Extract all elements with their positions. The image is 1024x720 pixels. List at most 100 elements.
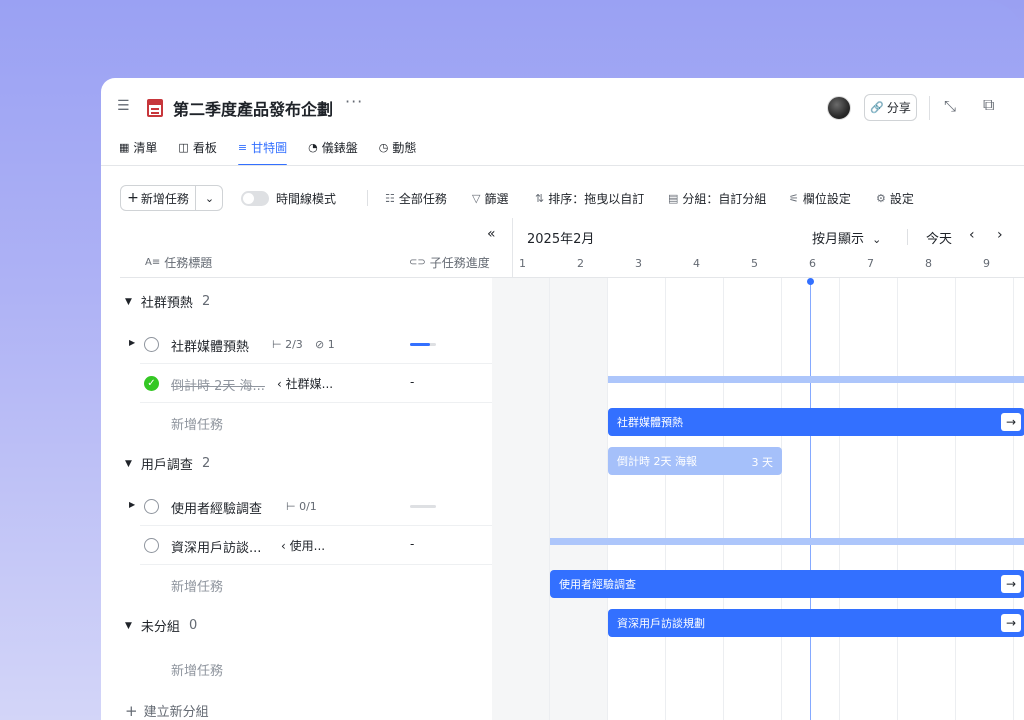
header-divider: [120, 277, 512, 278]
chevron-left-icon: ‹: [281, 539, 286, 553]
group-count: 0: [188, 618, 198, 633]
task-name: 社群媒體預熱: [171, 340, 250, 355]
task-checkbox[interactable]: [144, 499, 159, 514]
group-button[interactable]: ▤ 分組：自訂分組: [668, 190, 766, 207]
chevron-down-icon: ⌄: [872, 233, 882, 246]
view-scale-dropdown[interactable]: 按月顯示 ⌄: [812, 228, 881, 247]
sidebar-toggle-icon[interactable]: ☰: [117, 98, 130, 114]
table-row[interactable]: ▶ 社群媒體預熱 ⊢ 2/3 ⊘ 1: [101, 325, 512, 363]
gantt-bar-duration: 3 天: [751, 456, 774, 469]
gantt-day-label: 8: [925, 257, 932, 270]
task-checkbox[interactable]: [144, 538, 159, 553]
caret-right-icon[interactable]: ▶: [129, 500, 135, 509]
new-task-button[interactable]: + 新增任務: [121, 186, 195, 210]
gear-icon: ⚙: [876, 192, 886, 205]
more-menu-icon[interactable]: ···: [345, 92, 363, 111]
gantt-bar-label: 社群媒體預熱: [617, 416, 683, 429]
gantt-day-label: 4: [693, 257, 700, 270]
subtask-progress-bar: [410, 505, 436, 508]
today-button[interactable]: 今天: [926, 228, 952, 247]
filter-button[interactable]: ▽ 篩選: [472, 190, 508, 207]
tab-dashboard[interactable]: ◔ 儀錶盤: [308, 136, 358, 158]
gantt-bar-label: 資深用戶訪談規劃: [617, 617, 705, 630]
caret-down-icon[interactable]: ▼: [125, 297, 132, 307]
parent-task-link[interactable]: ‹ 社群媒...: [277, 375, 333, 392]
group-label: 分組：自訂分組: [682, 192, 767, 206]
all-tasks-button[interactable]: ☷ 全部任務: [385, 190, 447, 207]
timeline-mode-toggle[interactable]: [241, 191, 269, 206]
share-button[interactable]: 🔗 分享: [864, 94, 917, 121]
new-group-button[interactable]: + 建立新分組: [125, 701, 209, 720]
gantt-day-label: 5: [751, 257, 758, 270]
sort-button[interactable]: ⇅ 排序：拖曳以自訂: [535, 190, 644, 207]
arrow-right-icon[interactable]: →: [1001, 575, 1021, 593]
task-list-pane: « A≡ 任務標題 ⊂⊃ 子任務進度 ▼ 社群預熱 2 ▶ 社群媒體預熱 ⊢ 2…: [101, 218, 512, 720]
next-arrow-icon[interactable]: ›: [997, 227, 1003, 243]
group-header[interactable]: ▼ 社群預熱 2: [125, 292, 210, 311]
open-new-window-icon[interactable]: ⧉: [983, 95, 994, 115]
arrow-right-icon[interactable]: →: [1001, 413, 1021, 431]
tab-label: 儀錶盤: [321, 140, 358, 155]
caret-down-icon[interactable]: ▼: [125, 459, 132, 469]
subtask-progress-empty: -: [410, 375, 415, 389]
group-header[interactable]: ▼ 用戶調查 2: [125, 454, 210, 473]
subtask-count-value: 2/3: [285, 338, 303, 351]
completed-check-icon[interactable]: ✓: [144, 376, 159, 391]
sort-label: 排序：拖曳以自訂: [548, 192, 645, 206]
settings-button[interactable]: ⚙ 設定: [876, 190, 914, 207]
field-settings-label: 欄位設定: [802, 192, 851, 206]
group-name: 社群預熱: [140, 296, 193, 311]
column-progress-label: 子任務進度: [429, 256, 490, 270]
today-marker-line: [810, 282, 811, 720]
gantt-day-column: [724, 278, 782, 720]
gantt-bar[interactable]: 社群媒體預熱 →: [608, 408, 1024, 436]
collapse-left-icon[interactable]: «: [487, 226, 496, 242]
gantt-day-label: 1: [519, 257, 526, 270]
gantt-bar[interactable]: 使用者經驗調查 →: [550, 570, 1024, 598]
gantt-icon: ≡: [237, 140, 248, 154]
group-summary-bar: [608, 376, 1024, 383]
tab-kanban[interactable]: ◫ 看板: [178, 136, 216, 158]
gantt-bar[interactable]: 資深用戶訪談規劃 →: [608, 609, 1024, 637]
gantt-bar-label: 使用者經驗調查: [559, 578, 636, 591]
tabs-divider: [101, 165, 1024, 166]
group-header[interactable]: ▼ 未分組 0: [125, 616, 197, 635]
gantt-day-label: 6: [809, 257, 816, 270]
group-name: 用戶調查: [140, 458, 193, 473]
task-checkbox[interactable]: [144, 337, 159, 352]
gantt-bar-label: 倒計時 2天 海報: [617, 455, 697, 468]
text-icon: A≡: [145, 257, 161, 268]
caret-right-icon[interactable]: ▶: [129, 338, 135, 347]
new-task-split-button: + 新增任務 ⌄: [120, 185, 223, 211]
caret-down-icon[interactable]: ▼: [125, 621, 132, 631]
subtask-count: ⊢ 2/3: [272, 338, 303, 351]
parent-task-name: 使用...: [289, 539, 326, 553]
settings-label: 設定: [889, 192, 914, 206]
add-task-button[interactable]: 新增任務: [171, 660, 223, 679]
prev-arrow-icon[interactable]: ‹: [969, 227, 975, 243]
divider: [929, 96, 930, 120]
gantt-day-column: [1014, 278, 1024, 720]
avatar[interactable]: [827, 96, 851, 120]
tab-list[interactable]: ▦ 清單: [119, 136, 157, 158]
gantt-day-column: [608, 278, 666, 720]
table-row[interactable]: ▶ 使用者經驗調查 ⊢ 0/1: [101, 487, 512, 525]
gantt-chart-pane: 2025年2月 按月顯示 ⌄ 今天 ‹ › 1 2 3 4 5 6 7 8 9 社群媒體預熱 →…: [492, 218, 1024, 720]
add-task-button[interactable]: 新增任務: [171, 576, 223, 595]
field-settings-button[interactable]: ⚟ 欄位設定: [789, 190, 851, 207]
table-row[interactable]: 資深用戶訪談... ‹ 使用... -: [101, 526, 512, 564]
dashboard-icon: ◔: [308, 140, 318, 154]
toolbar: + 新增任務 ⌄ 時間線模式 ☷ 全部任務 ▽ 篩選 ⇅ 排序：拖曳以自訂 ▤ …: [120, 185, 1020, 211]
add-task-button[interactable]: 新增任務: [171, 414, 223, 433]
grid-icon: ▦: [119, 140, 130, 154]
tab-label: 甘特圖: [251, 140, 288, 155]
gantt-bar[interactable]: 倒計時 2天 海報 3 天: [608, 447, 782, 475]
tab-gantt[interactable]: ≡ 甘特圖: [237, 136, 288, 166]
table-row[interactable]: ✓ 倒計時 2天 海... ‹ 社群媒... -: [101, 364, 512, 402]
gantt-day-label: 3: [635, 257, 642, 270]
arrow-right-icon[interactable]: →: [1001, 614, 1021, 632]
collapse-window-icon[interactable]: ⤡: [944, 97, 956, 115]
tab-activity[interactable]: ◷ 動態: [379, 136, 417, 158]
chevron-down-icon[interactable]: ⌄: [195, 186, 223, 210]
parent-task-link[interactable]: ‹ 使用...: [281, 537, 325, 554]
